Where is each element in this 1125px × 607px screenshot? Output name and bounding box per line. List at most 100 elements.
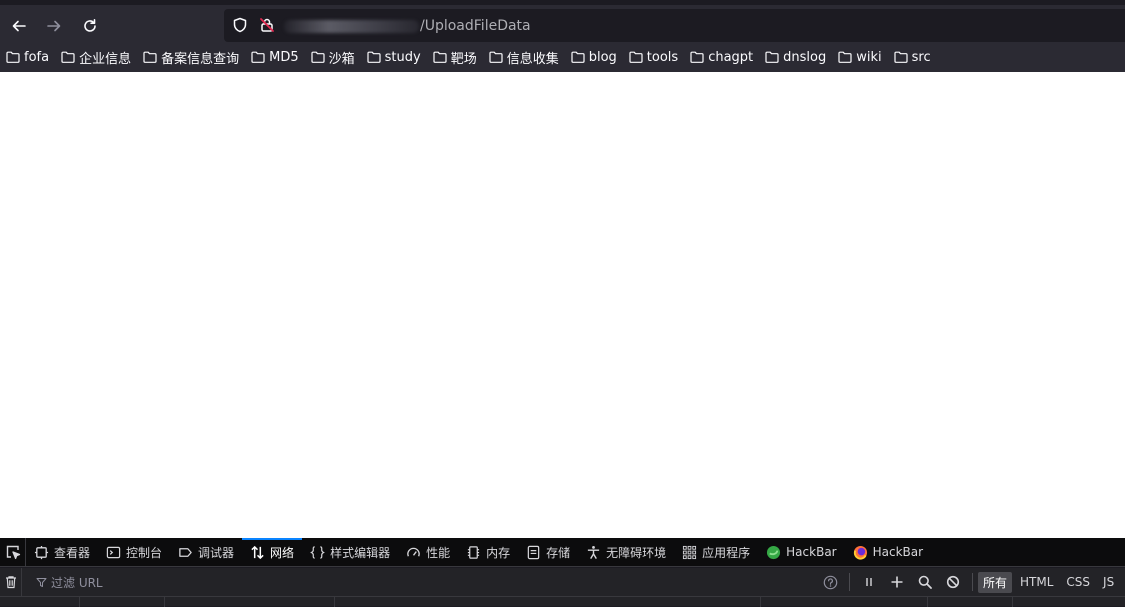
toolbar-divider	[972, 573, 973, 591]
bookmark-label: 靶场	[450, 51, 477, 67]
pause-button[interactable]	[855, 568, 883, 596]
console-icon	[106, 546, 121, 558]
devtools-tab-label: 控制台	[126, 545, 163, 560]
bookmark-folder-12[interactable]: wiki	[838, 50, 882, 65]
add-request-button[interactable]	[883, 568, 911, 596]
type-filter-html[interactable]: HTML	[1015, 573, 1058, 591]
style-editor-icon	[310, 545, 326, 559]
devtools-tab-storage[interactable]: 存储	[518, 538, 578, 567]
bookmark-folder-5[interactable]: study	[367, 50, 421, 65]
type-filter-all[interactable]: 所有	[978, 571, 1013, 593]
application-icon	[683, 545, 697, 559]
search-button[interactable]	[911, 568, 939, 596]
filter-icon	[36, 577, 47, 587]
network-toolbar: 过滤 URL 所有 HTML CSS JS	[0, 568, 1125, 596]
bookmark-label: 备案信息查询	[161, 51, 240, 67]
memory-icon	[467, 545, 480, 559]
devtools-tab-label: 性能	[426, 545, 451, 560]
help-button[interactable]	[816, 568, 844, 596]
devtools-tab-label: 应用程序	[702, 545, 751, 560]
pause-icon	[866, 578, 872, 586]
folder-icon	[311, 51, 325, 63]
redacted-host	[284, 20, 419, 33]
bookmark-label: src	[911, 49, 931, 65]
devtools-tab-style-editor[interactable]: 样式编辑器	[302, 538, 398, 567]
plus-icon	[891, 576, 903, 588]
devtools-tab-label: 存储	[546, 545, 571, 560]
bookmark-label: 沙箱	[328, 51, 355, 67]
hackbar-orange-icon	[853, 545, 867, 560]
element-picker-button[interactable]	[0, 537, 26, 567]
forward-button[interactable]	[41, 13, 67, 39]
devtools-tab-label: 查看器	[54, 545, 91, 560]
bookmark-folder-2[interactable]: 备案信息查询	[143, 48, 239, 67]
reload-icon	[84, 19, 96, 32]
devtools-tab-label: 调试器	[198, 545, 235, 560]
folder-icon	[690, 51, 704, 63]
devtools-tab-hackbar-orange[interactable]: HackBar	[845, 538, 931, 567]
back-button[interactable]	[6, 13, 32, 39]
block-requests-button[interactable]	[939, 568, 967, 596]
clear-button[interactable]	[0, 568, 22, 596]
inspector-icon	[34, 545, 49, 559]
devtools-tab-inspector[interactable]: 查看器	[26, 538, 98, 567]
folder-icon	[571, 51, 585, 63]
bookmark-folder-1[interactable]: 企业信息	[61, 48, 131, 67]
bookmark-folder-3[interactable]: MD5	[251, 50, 299, 65]
arrow-right-icon	[47, 20, 61, 32]
bookmark-folder-8[interactable]: blog	[571, 50, 617, 65]
bookmark-folder-6[interactable]: 靶场	[433, 48, 477, 67]
folder-icon	[629, 51, 643, 63]
devtools-tab-network[interactable]: 网络	[242, 537, 303, 567]
insecure-lock-icon[interactable]	[258, 16, 276, 34]
devtools-tab-console[interactable]: 控制台	[98, 538, 170, 567]
devtools-tab-application[interactable]: 应用程序	[674, 538, 758, 567]
bookmark-label: MD5	[269, 49, 299, 65]
devtools-tab-hackbar-green[interactable]: HackBar	[758, 538, 844, 567]
bookmark-label: blog	[588, 49, 617, 65]
reload-button[interactable]	[77, 13, 103, 39]
bookmark-folder-4[interactable]: 沙箱	[311, 48, 355, 67]
accessibility-icon	[588, 545, 600, 559]
devtools-tab-label: 无障碍环境	[606, 545, 667, 560]
filter-url-input[interactable]: 过滤 URL	[36, 574, 816, 591]
folder-icon	[251, 51, 265, 63]
bookmark-folder-0[interactable]: fofa	[6, 50, 49, 65]
page-content	[0, 72, 1125, 538]
block-icon	[946, 575, 960, 589]
browser-nav-bar: /UploadFileData	[0, 0, 1125, 42]
devtools-tab-label: 样式编辑器	[330, 545, 391, 560]
folder-icon	[489, 51, 503, 63]
bookmark-label: 企业信息	[79, 51, 132, 67]
bookmark-label: tools	[646, 49, 679, 65]
bookmark-folder-9[interactable]: tools	[629, 50, 678, 65]
type-filter-js[interactable]: JS	[1098, 573, 1119, 591]
devtools-tab-label: 内存	[486, 545, 511, 560]
folder-icon	[143, 51, 157, 63]
url-bar[interactable]: /UploadFileData	[224, 9, 1125, 42]
devtools-tab-label: 网络	[270, 545, 295, 560]
bookmark-folder-10[interactable]: chagpt	[690, 50, 753, 65]
tracking-protection-shield-icon[interactable]	[231, 16, 249, 34]
devtools-tab-accessibility[interactable]: 无障碍环境	[578, 538, 674, 567]
type-filter-css[interactable]: CSS	[1061, 573, 1095, 591]
bookmark-label: dnslog	[783, 49, 827, 65]
bookmark-folder-7[interactable]: 信息收集	[489, 48, 559, 67]
devtools-tab-performance[interactable]: 性能	[398, 538, 458, 567]
folder-icon	[433, 51, 447, 63]
bookmarks-toolbar: fofa 企业信息 备案信息查询 MD5 沙箱 study 靶场 信息收集 blog tools c…	[0, 42, 1125, 72]
folder-icon	[765, 51, 779, 63]
folder-icon	[894, 51, 908, 63]
bookmark-label: fofa	[24, 49, 50, 65]
devtools-tab-debugger[interactable]: 调试器	[170, 538, 242, 567]
type-filter-group: 所有 HTML CSS JS	[978, 571, 1122, 593]
devtools-tab-bar: 查看器 控制台 调试器 网络 样式编辑器 性能 内存 存储 无障碍环境 应用程序 HackBar Ha…	[0, 537, 1125, 567]
request-table-header	[0, 596, 1125, 607]
search-icon	[918, 575, 932, 589]
bookmark-folder-11[interactable]: dnslog	[765, 50, 826, 65]
bookmark-label: chagpt	[708, 49, 754, 65]
bookmark-label: study	[384, 49, 421, 65]
debugger-icon	[179, 547, 192, 557]
devtools-tab-memory[interactable]: 内存	[458, 538, 518, 567]
bookmark-folder-13[interactable]: src	[894, 50, 931, 65]
